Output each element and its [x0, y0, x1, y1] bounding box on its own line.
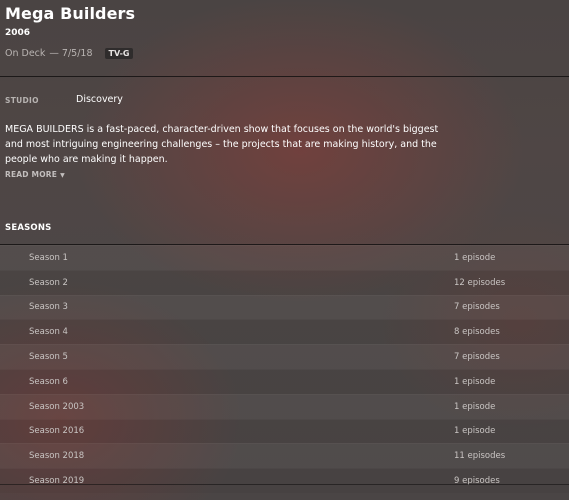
season-list: Season 1 1 episode Season 2 12 episodes …: [0, 245, 569, 493]
show-title: Mega Builders: [5, 4, 136, 23]
seasons-heading: SEASONS: [5, 223, 52, 233]
episode-count: 8 episodes: [454, 327, 500, 338]
show-summary: MEGA BUILDERS is a fast-paced, character…: [5, 124, 439, 165]
caret-down-icon: ▼: [60, 172, 65, 179]
season-name: Season 1: [29, 252, 68, 263]
season-name: Season 5: [29, 352, 68, 363]
season-name: Season 2003: [29, 401, 85, 412]
season-row[interactable]: Season 5 7 episodes: [0, 344, 569, 369]
season-name: Season 6: [29, 376, 68, 387]
season-row[interactable]: Season 2016 1 episode: [0, 419, 569, 444]
season-row[interactable]: Season 4 8 episodes: [0, 319, 569, 344]
season-row[interactable]: Season 1 1 episode: [0, 245, 569, 270]
season-row[interactable]: Season 2003 1 episode: [0, 394, 569, 419]
episode-count: 12 episodes: [454, 277, 506, 288]
episode-count: 7 episodes: [454, 352, 500, 363]
season-row[interactable]: Season 3 7 episodes: [0, 295, 569, 320]
episode-count: 1 episode: [454, 401, 496, 412]
season-name: Season 2018: [29, 451, 85, 462]
divider: [0, 76, 569, 77]
read-more-button[interactable]: READ MORE ▼: [5, 170, 65, 179]
season-name: Season 2: [29, 277, 68, 288]
show-detail-page: Mega Builders 2006 On Deck — 7/5/18 TV-G…: [0, 0, 569, 500]
episode-count: 7 episodes: [454, 302, 500, 313]
season-row[interactable]: Season 2018 11 episodes: [0, 443, 569, 468]
season-row[interactable]: Season 2 12 episodes: [0, 270, 569, 295]
studio-label: STUDIO: [5, 96, 39, 105]
season-name: Season 3: [29, 302, 68, 313]
read-more-label: READ MORE: [5, 170, 58, 179]
divider: [0, 484, 569, 485]
episode-count: 1 episode: [454, 426, 496, 437]
episode-count: 1 episode: [454, 376, 496, 387]
show-meta-row: On Deck — 7/5/18 TV-G: [5, 48, 134, 59]
season-row[interactable]: Season 2019 9 episodes: [0, 468, 569, 493]
season-name: Season 2016: [29, 426, 85, 437]
episode-count: 1 episode: [454, 252, 496, 263]
season-name: Season 4: [29, 327, 68, 338]
on-deck-label: On Deck: [5, 48, 46, 59]
season-row[interactable]: Season 6 1 episode: [0, 369, 569, 394]
show-year: 2006: [5, 28, 31, 38]
content-rating-badge: TV-G: [104, 48, 134, 59]
episode-count: 11 episodes: [454, 451, 506, 462]
studio-value[interactable]: Discovery: [76, 94, 123, 105]
on-deck-date: — 7/5/18: [49, 48, 93, 59]
